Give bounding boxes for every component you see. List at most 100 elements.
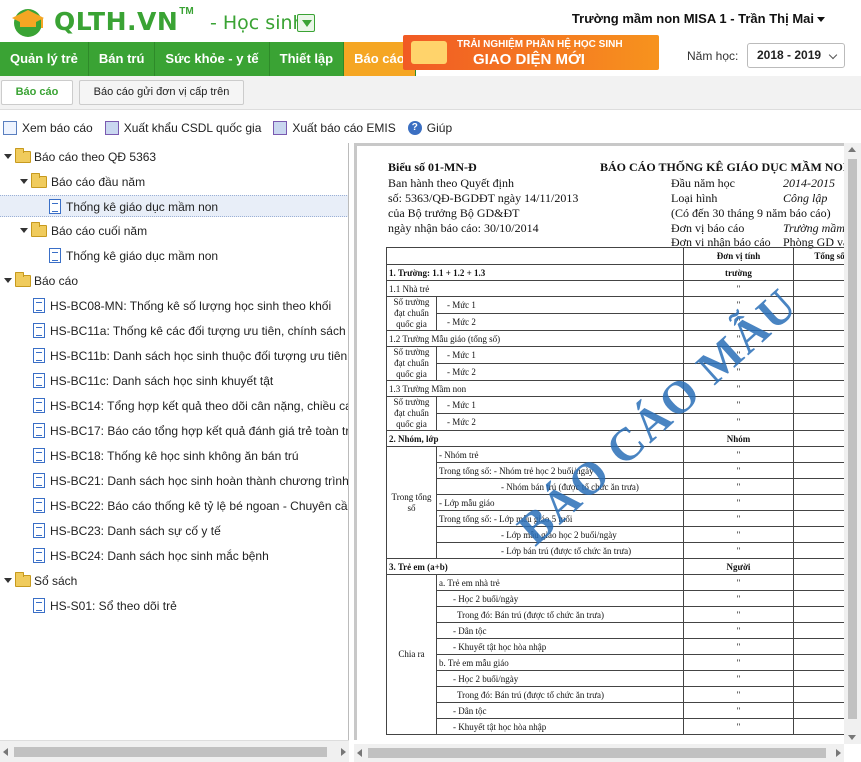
preview-vertical-scrollbar[interactable] xyxy=(844,143,861,744)
tree-item-bc24[interactable]: HS-BC24: Danh sách học sinh mắc bệnh xyxy=(0,545,348,567)
row-label: - Mức 1 xyxy=(436,346,684,364)
report-doc-icon xyxy=(33,298,45,313)
export-db-button[interactable]: Xuất khẩu CSDL quốc gia xyxy=(104,121,261,135)
report-doc-icon xyxy=(33,398,45,413)
nav-quan-ly-tre[interactable]: Quản lý trẻ xyxy=(0,42,89,76)
decision-text: số: 5363/QĐ-BGDĐT ngày 14/11/2013 xyxy=(388,191,579,205)
tree-folder-cuoi-nam[interactable]: Báo cáo cuối năm xyxy=(0,220,348,242)
report-doc-icon xyxy=(33,323,45,338)
tree-item-bc17[interactable]: HS-BC17: Báo cáo tổng hợp kết quả đánh g… xyxy=(0,420,348,442)
tree-item-s01[interactable]: HS-S01: Sổ theo dõi trẻ xyxy=(0,595,348,617)
report-doc-icon xyxy=(49,248,61,263)
tree-label: HS-BC23: Danh sách sự cố y tế xyxy=(50,524,221,538)
tree-item-thong-ke-cuoi-nam[interactable]: Thống kê giáo dục mầm non xyxy=(0,245,348,267)
export-emis-button[interactable]: Xuất báo cáo EMIS xyxy=(273,121,396,135)
export-icon xyxy=(104,121,119,135)
nav-ban-tru[interactable]: Bán trú xyxy=(89,42,156,76)
scroll-thumb[interactable] xyxy=(848,159,857,719)
tree-item-bc23[interactable]: HS-BC23: Danh sách sự cố y tế xyxy=(0,520,348,542)
nav-thiet-lap[interactable]: Thiết lập xyxy=(270,42,345,76)
nav-suc-khoe[interactable]: Sức khỏe - y tế xyxy=(155,42,270,76)
group-label: Chia ra xyxy=(386,574,437,735)
row-unit: " xyxy=(683,590,794,607)
scroll-thumb[interactable] xyxy=(368,748,826,758)
tree-folder-dau-nam[interactable]: Báo cáo đầu năm xyxy=(0,171,348,193)
expand-icon[interactable] xyxy=(20,179,28,184)
preview-horizontal-scrollbar[interactable] xyxy=(354,744,844,762)
report-preview: Biểu số 01-MN-Đ BÁO CÁO THỐNG KÊ GIÁO DỤ… xyxy=(354,143,861,740)
tree-label: HS-BC18: Thống kê học sinh không ăn bán … xyxy=(50,449,299,463)
tab-bao-cao[interactable]: Báo cáo xyxy=(1,80,73,105)
tree-item-bc11a[interactable]: HS-BC11a: Thống kê các đối tượng ưu tiên… xyxy=(0,320,348,342)
year-select[interactable]: 2018 - 2019 xyxy=(747,43,845,68)
row-label: b. Trẻ em mẫu giáo xyxy=(436,654,684,671)
received-date-text: ngày nhận báo cáo: 30/10/2014 xyxy=(388,221,539,235)
report-doc-icon xyxy=(33,373,45,388)
scroll-down-icon[interactable] xyxy=(848,735,856,740)
export-emis-label: Xuất báo cáo EMIS xyxy=(292,121,396,135)
tree-item-bc08[interactable]: HS-BC08-MN: Thống kê số lượng học sinh t… xyxy=(0,295,348,317)
scroll-up-icon[interactable] xyxy=(848,147,856,152)
row-label: - Lớp bán trú (được tổ chức ăn trưa) xyxy=(436,542,684,559)
view-report-button[interactable]: Xem báo cáo xyxy=(3,121,93,135)
row-unit: " xyxy=(683,718,794,735)
tree-label: HS-BC22: Báo cáo thống kê tỷ lệ bé ngoan… xyxy=(50,499,349,513)
main-nav: Quản lý trẻ Bán trú Sức khỏe - y tế Thiế… xyxy=(0,42,416,76)
tree-folder-qd5363[interactable]: Báo cáo theo QĐ 5363 xyxy=(0,146,348,168)
table-row: 3. Trẻ em (a+b) Người 176 xyxy=(386,558,861,575)
table-row: Trong tổng số: - Lớp mẫu giáo 5 tuổi " 2 xyxy=(387,510,861,527)
help-button[interactable]: ? Giúp xyxy=(407,121,452,135)
tree-item-bc11b[interactable]: HS-BC11b: Danh sách học sinh thuộc đối t… xyxy=(0,345,348,367)
expand-icon[interactable] xyxy=(4,578,12,583)
tree-horizontal-scrollbar[interactable] xyxy=(0,740,349,762)
tree-item-bc22[interactable]: HS-BC22: Báo cáo thống kê tỷ lệ bé ngoan… xyxy=(0,495,349,517)
row-label: - Dân tộc xyxy=(436,702,684,719)
logo[interactable]: QLTH.VN TM xyxy=(6,4,194,38)
scroll-left-icon[interactable] xyxy=(3,748,8,756)
role-dropdown-icon[interactable] xyxy=(297,14,315,32)
report-doc-icon xyxy=(33,548,45,563)
tree-folder-so-sach[interactable]: Sổ sách xyxy=(0,570,348,592)
tree-item-bc14[interactable]: HS-BC14: Tổng hợp kết quả theo dõi cân n… xyxy=(0,395,348,417)
tree-item-bc21[interactable]: HS-BC21: Danh sách học sinh hoàn thành c… xyxy=(0,470,349,492)
caret-down-icon xyxy=(817,17,825,23)
group-label: Số trường đạt chuẩn quốc gia xyxy=(386,346,437,381)
row-label: 3. Trẻ em (a+b) xyxy=(386,558,684,575)
row-label: Trong đó: Bán trú (được tổ chức ăn trưa) xyxy=(436,606,684,623)
tree-folder-bao-cao[interactable]: Báo cáo xyxy=(0,270,348,292)
tree-label: Sổ sách xyxy=(34,574,78,588)
row-label: 1.2 Trường Mẫu giáo (tổng số) xyxy=(386,330,684,347)
row-unit: " xyxy=(683,510,794,527)
row-unit: " xyxy=(683,670,794,687)
expand-icon[interactable] xyxy=(4,154,12,159)
scroll-right-icon[interactable] xyxy=(341,748,346,756)
row-unit: " xyxy=(683,702,794,719)
table-row: Trong đó: Bán trú (được tổ chức ăn trưa)… xyxy=(387,606,861,623)
tree-item-bc18[interactable]: HS-BC18: Thống kê học sinh không ăn bán … xyxy=(0,445,348,467)
promo-banner[interactable]: TRẢI NGHIỆM PHẦN HỆ HỌC SINH GIAO DIỆN M… xyxy=(403,35,659,70)
table-row: 1.2 Trường Mẫu giáo (tổng số) " xyxy=(386,330,861,347)
scroll-left-icon[interactable] xyxy=(357,749,362,757)
folder-icon xyxy=(15,272,31,287)
row-unit: " xyxy=(683,446,794,463)
tab-bao-cao-gui[interactable]: Báo cáo gửi đơn vị cấp trên xyxy=(79,80,244,105)
row-label: - Khuyết tật học hòa nhập xyxy=(436,718,684,735)
report-doc-icon xyxy=(33,598,45,613)
tree-item-bc11c[interactable]: HS-BC11c: Danh sách học sinh khuyết tật xyxy=(0,370,348,392)
period-label: Đầu năm học xyxy=(671,176,735,190)
tree-label: Thống kê giáo dục mầm non xyxy=(66,200,219,214)
expand-icon[interactable] xyxy=(20,228,28,233)
scroll-right-icon[interactable] xyxy=(836,749,841,757)
tree-item-thong-ke-dau-nam[interactable]: Thống kê giáo dục mầm non xyxy=(0,195,348,217)
table-row: 1.1 Nhà trẻ " xyxy=(386,280,861,297)
year-label: Năm học: xyxy=(687,49,739,63)
row-label: 1. Trường: 1.1 + 1.2 + 1.3 xyxy=(386,264,684,281)
tree-label: HS-BC24: Danh sách học sinh mắc bệnh xyxy=(50,549,269,563)
tree-label: HS-BC21: Danh sách học sinh hoàn thành c… xyxy=(50,474,349,488)
report-doc-icon xyxy=(33,473,45,488)
expand-icon[interactable] xyxy=(4,278,12,283)
group-label: Trong tổng số xyxy=(386,446,437,559)
table-row: Số trường đạt chuẩn quốc gia - Mức 1 " xyxy=(386,346,861,381)
scroll-thumb[interactable] xyxy=(14,747,327,757)
user-menu[interactable]: Trường mầm non MISA 1 - Trần Thị Mai xyxy=(572,11,825,26)
